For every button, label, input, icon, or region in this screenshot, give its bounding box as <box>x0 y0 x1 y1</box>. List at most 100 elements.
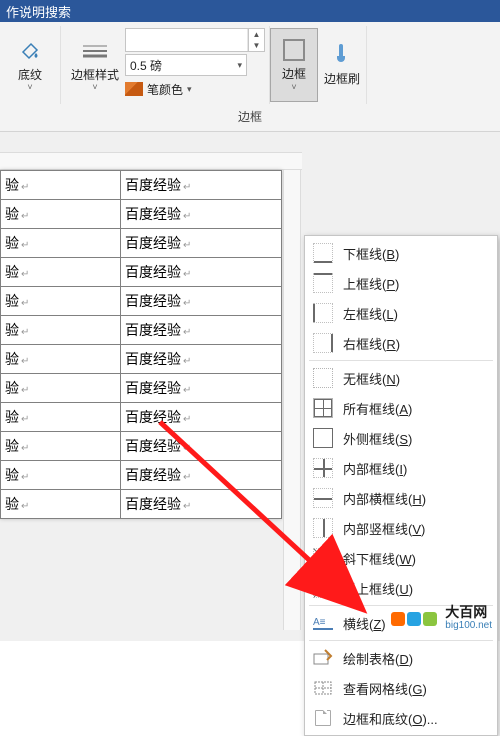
menu-separator <box>309 360 493 361</box>
table-cell[interactable]: 验↵ <box>1 461 121 490</box>
table-cell[interactable]: 百度经验↵ <box>121 345 282 374</box>
menu-item-label: 查看网格线(G) <box>343 679 489 698</box>
table-cell[interactable]: 百度经验↵ <box>121 461 282 490</box>
menu-item-bottom[interactable]: 下框线(B) <box>305 238 497 268</box>
document-table[interactable]: 验↵百度经验↵验↵百度经验↵验↵百度经验↵验↵百度经验↵验↵百度经验↵验↵百度经… <box>0 170 282 519</box>
svg-text:A≡: A≡ <box>313 617 326 628</box>
table-cell[interactable]: 百度经验↵ <box>121 490 282 519</box>
table-row[interactable]: 验↵百度经验↵ <box>1 490 282 519</box>
menu-item-insidev[interactable]: 内部竖框线(V) <box>305 513 497 543</box>
menu-item-outside[interactable]: 外侧框线(S) <box>305 423 497 453</box>
menu-item-label: 所有框线(A) <box>343 399 489 418</box>
border-style-button[interactable]: 边框样式 ˅ <box>65 28 125 102</box>
menu-item-label: 内部竖框线(V) <box>343 519 489 538</box>
menu-item-page[interactable]: 边框和底纹(O)... <box>305 703 497 733</box>
line-style-gallery[interactable]: ▲▼ <box>125 28 265 52</box>
watermark-brand: 大百网 <box>445 605 492 619</box>
table-row[interactable]: 验↵百度经验↵ <box>1 403 282 432</box>
insideh-icon <box>313 488 333 508</box>
table-row[interactable]: 验↵百度经验↵ <box>1 229 282 258</box>
shading-label: 底纹 <box>18 68 42 82</box>
table-row[interactable]: 验↵百度经验↵ <box>1 374 282 403</box>
hline-icon: A≡ <box>313 613 333 633</box>
outside-icon <box>313 428 333 448</box>
table-cell[interactable]: 验↵ <box>1 287 121 316</box>
bucket-icon <box>17 38 43 64</box>
menu-item-draw[interactable]: 绘制表格(D) <box>305 643 497 673</box>
table-cell[interactable]: 验↵ <box>1 403 121 432</box>
menu-item-left[interactable]: 左框线(L) <box>305 298 497 328</box>
table-cell[interactable]: 百度经验↵ <box>121 258 282 287</box>
horizontal-ruler[interactable] <box>0 152 302 170</box>
vertical-ruler[interactable] <box>283 170 301 630</box>
table-cell[interactable]: 百度经验↵ <box>121 171 282 200</box>
menu-item-diagup[interactable]: 斜上框线(U) <box>305 573 497 603</box>
chevron-down-icon: ˅ <box>27 82 32 92</box>
inside-icon <box>313 458 333 478</box>
menu-item-diagdown[interactable]: 斜下框线(W) <box>305 543 497 573</box>
line-weight-select[interactable]: 0.5 磅 ▾ <box>125 54 247 76</box>
menu-item-grid[interactable]: 查看网格线(G) <box>305 673 497 703</box>
page: 验↵百度经验↵验↵百度经验↵验↵百度经验↵验↵百度经验↵验↵百度经验↵验↵百度经… <box>0 170 282 519</box>
chevron-up-icon[interactable]: ▲ <box>249 29 264 40</box>
menu-item-right[interactable]: 右框线(R) <box>305 328 497 358</box>
pen-color-button[interactable]: 笔颜色 ▾ <box>125 78 265 100</box>
gallery-scroll[interactable]: ▲▼ <box>248 29 264 51</box>
border-group: 边框 ˅ 边框刷 <box>270 26 367 104</box>
table-cell[interactable]: 验↵ <box>1 316 121 345</box>
table-cell[interactable]: 百度经验↵ <box>121 229 282 258</box>
table-cell[interactable]: 验↵ <box>1 432 121 461</box>
diagdown-icon <box>313 548 333 568</box>
table-cell[interactable]: 验↵ <box>1 345 121 374</box>
title-bar: 作说明搜索 <box>0 0 500 22</box>
line-weight-value: 0.5 磅 <box>130 57 162 74</box>
menu-item-label: 斜下框线(W) <box>343 549 489 568</box>
menu-item-label: 下框线(B) <box>343 244 489 263</box>
chevron-down-icon: ˅ <box>92 82 97 92</box>
brush-icon <box>331 44 353 66</box>
table-cell[interactable]: 验↵ <box>1 374 121 403</box>
border-style-icon <box>82 38 108 64</box>
border-brush-label: 边框刷 <box>324 70 360 87</box>
menu-item-label: 左框线(L) <box>343 304 489 323</box>
table-row[interactable]: 验↵百度经验↵ <box>1 287 282 316</box>
grid-icon <box>313 678 333 698</box>
table-cell[interactable]: 百度经验↵ <box>121 403 282 432</box>
menu-item-none[interactable]: 无框线(N) <box>305 363 497 393</box>
table-row[interactable]: 验↵百度经验↵ <box>1 316 282 345</box>
table-cell[interactable]: 百度经验↵ <box>121 316 282 345</box>
table-row[interactable]: 验↵百度经验↵ <box>1 258 282 287</box>
table-row[interactable]: 验↵百度经验↵ <box>1 200 282 229</box>
menu-item-top[interactable]: 上框线(P) <box>305 268 497 298</box>
ribbon-group-label: 边框 <box>0 104 500 131</box>
border-style-label: 边框样式 <box>71 68 119 82</box>
table-cell[interactable]: 验↵ <box>1 200 121 229</box>
left-icon <box>313 303 333 323</box>
pen-color-label: 笔颜色 <box>147 81 183 98</box>
chevron-down-icon[interactable]: ▼ <box>249 40 264 51</box>
shading-button[interactable]: 底纹 ˅ <box>6 28 54 102</box>
table-row[interactable]: 验↵百度经验↵ <box>1 432 282 461</box>
table-cell[interactable]: 验↵ <box>1 258 121 287</box>
table-cell[interactable]: 验↵ <box>1 229 121 258</box>
table-cell[interactable]: 百度经验↵ <box>121 287 282 316</box>
menu-item-inside[interactable]: 内部框线(I) <box>305 453 497 483</box>
table-cell[interactable]: 百度经验↵ <box>121 432 282 461</box>
table-row[interactable]: 验↵百度经验↵ <box>1 345 282 374</box>
table-cell[interactable]: 验↵ <box>1 171 121 200</box>
table-cell[interactable]: 百度经验↵ <box>121 200 282 229</box>
menu-item-insideh[interactable]: 内部横框线(H) <box>305 483 497 513</box>
title-text: 作说明搜索 <box>6 2 71 21</box>
border-style-group: 边框样式 ˅ ▲▼ 0.5 磅 ▾ <box>61 26 270 104</box>
borders-label: 边框 <box>282 65 306 82</box>
top-icon <box>313 273 333 293</box>
menu-item-label: 内部框线(I) <box>343 459 489 478</box>
table-cell[interactable]: 百度经验↵ <box>121 374 282 403</box>
menu-item-label: 斜上框线(U) <box>343 579 489 598</box>
table-cell[interactable]: 验↵ <box>1 490 121 519</box>
table-row[interactable]: 验↵百度经验↵ <box>1 461 282 490</box>
border-brush-button[interactable]: 边框刷 <box>318 28 366 102</box>
borders-button[interactable]: 边框 ˅ <box>270 28 318 102</box>
table-row[interactable]: 验↵百度经验↵ <box>1 171 282 200</box>
menu-item-all[interactable]: 所有框线(A) <box>305 393 497 423</box>
